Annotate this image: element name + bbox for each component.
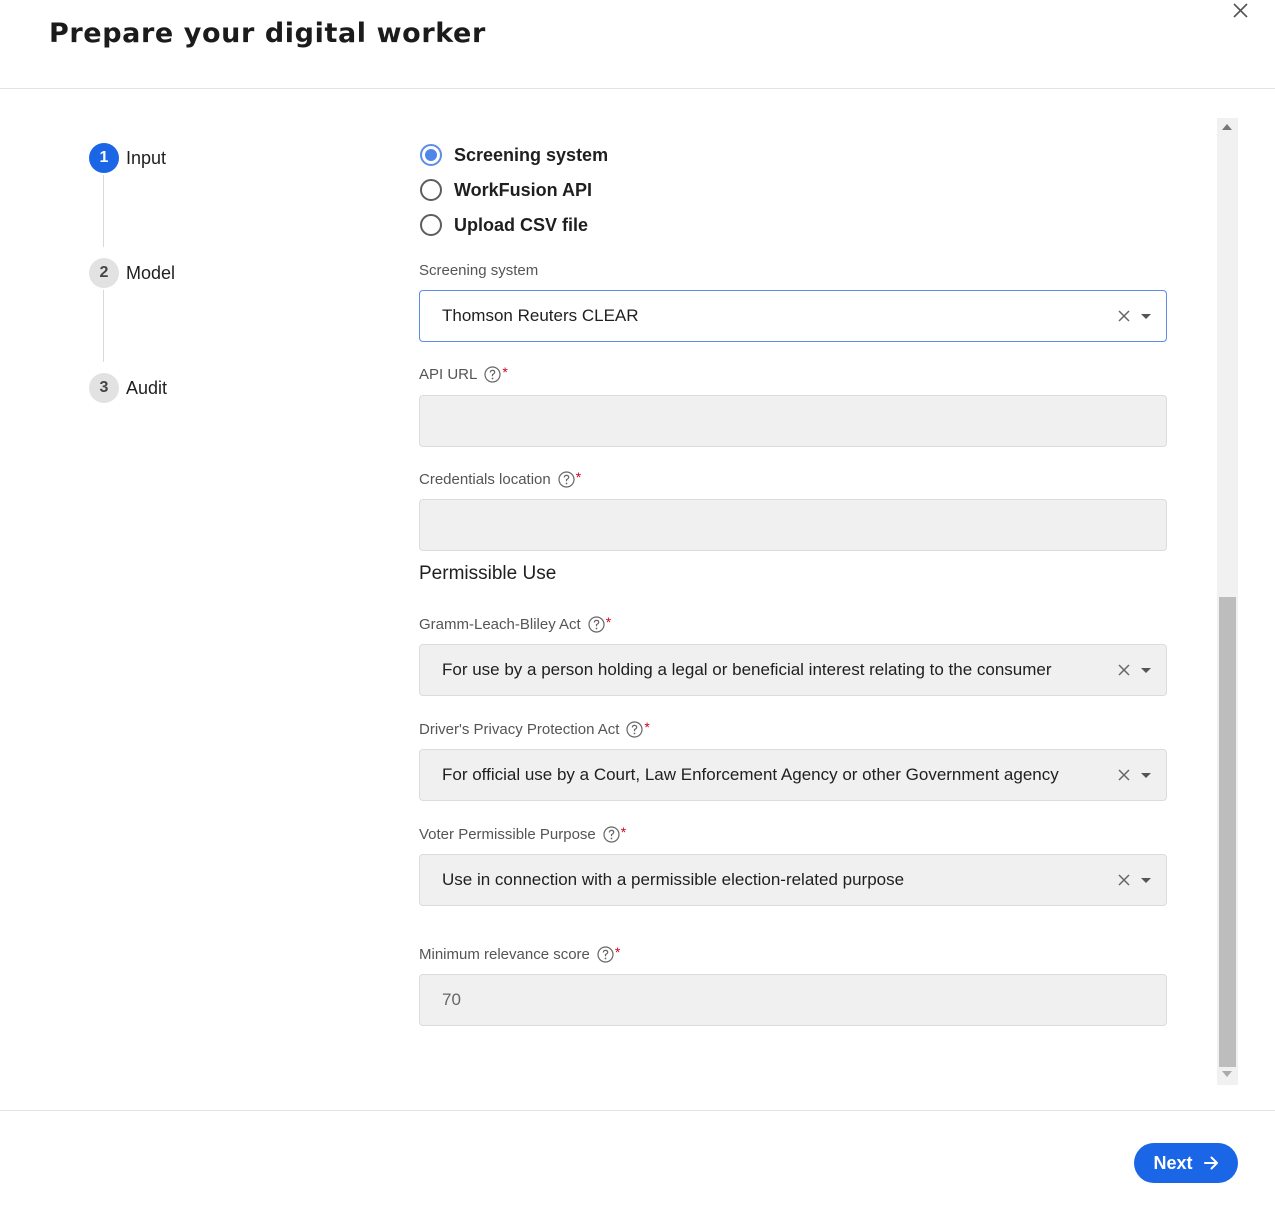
step-number: 1 (89, 143, 119, 173)
clear-icon[interactable] (1117, 663, 1131, 677)
scroll-up-arrow-icon[interactable] (1222, 124, 1232, 130)
voter-purpose-select[interactable]: Use in connection with a permissible ele… (419, 854, 1167, 906)
step-model[interactable]: 2 Model (89, 258, 175, 288)
api-url-input[interactable] (419, 395, 1167, 447)
label-text: Gramm-Leach-Bliley Act (419, 616, 581, 633)
label-text: Voter Permissible Purpose (419, 826, 596, 843)
select-value: Use in connection with a permissible ele… (442, 870, 905, 889)
label-text: API URL (419, 366, 478, 383)
step-label: Model (126, 262, 176, 283)
input-value: 70 (442, 990, 461, 1009)
api-url-label: API URL * (419, 363, 508, 384)
header-divider (0, 88, 1275, 89)
close-icon (1233, 3, 1248, 18)
chevron-down-icon[interactable] (1141, 877, 1151, 883)
step-number: 3 (89, 373, 119, 403)
clear-icon[interactable] (1117, 768, 1131, 782)
label-text: Screening system (419, 262, 539, 279)
min-score-input[interactable]: 70 (419, 974, 1167, 1026)
chevron-down-icon[interactable] (1141, 667, 1151, 673)
help-icon[interactable] (588, 616, 605, 633)
dialog-title: Prepare your digital worker (49, 18, 486, 49)
select-value: For use by a person holding a legal or b… (442, 660, 1052, 679)
help-icon[interactable] (484, 366, 501, 383)
radio-label: WorkFusion API (454, 179, 593, 200)
radio-button[interactable] (420, 214, 442, 236)
step-audit[interactable]: 3 Audit (89, 373, 167, 403)
next-button-label: Next (1153, 1152, 1193, 1173)
step-input[interactable]: 1 Input (89, 143, 166, 173)
step-connector (103, 175, 104, 247)
glba-select[interactable]: For use by a person holding a legal or b… (419, 644, 1167, 696)
arrow-right-icon (1203, 1156, 1218, 1170)
step-connector (103, 290, 104, 362)
screening-system-select[interactable]: Thomson Reuters CLEAR (419, 290, 1167, 342)
select-value: For official use by a Court, Law Enforce… (442, 765, 1059, 784)
required-mark: * (575, 468, 582, 485)
radio-label: Screening system (454, 144, 609, 165)
required-mark: * (620, 823, 627, 840)
radio-label: Upload CSV file (454, 214, 589, 235)
radio-screening-system[interactable]: Screening system (420, 144, 608, 166)
voter-purpose-label: Voter Permissible Purpose * (419, 823, 627, 844)
scroll-down-arrow-icon[interactable] (1222, 1071, 1232, 1077)
step-number: 2 (89, 258, 119, 288)
permissible-use-title: Permissible Use (419, 563, 557, 584)
footer-divider (0, 1110, 1275, 1111)
help-icon[interactable] (597, 946, 614, 963)
radio-button[interactable] (420, 179, 442, 201)
scrollbar-thumb[interactable] (1219, 597, 1236, 1067)
radio-upload-csv[interactable]: Upload CSV file (420, 214, 588, 236)
min-score-label: Minimum relevance score * (419, 943, 621, 964)
glba-label: Gramm-Leach-Bliley Act * (419, 613, 612, 634)
clear-icon[interactable] (1117, 873, 1131, 887)
next-button[interactable]: Next (1134, 1143, 1238, 1183)
step-label: Audit (126, 377, 168, 398)
required-mark: * (644, 718, 650, 735)
clear-icon[interactable] (1117, 309, 1131, 323)
radio-button-checked[interactable] (420, 144, 442, 166)
required-mark: * (502, 363, 508, 380)
label-text: Credentials location (419, 471, 551, 488)
step-label: Input (126, 147, 167, 168)
chevron-down-icon[interactable] (1141, 772, 1151, 778)
label-text: Driver's Privacy Protection Act (419, 721, 620, 738)
close-button[interactable] (1230, 0, 1252, 22)
label-text: Minimum relevance score (419, 946, 590, 963)
credentials-location-input[interactable] (419, 499, 1167, 551)
dppa-select[interactable]: For official use by a Court, Law Enforce… (419, 749, 1167, 801)
select-value: Thomson Reuters CLEAR (442, 306, 639, 325)
help-icon[interactable] (626, 721, 644, 738)
help-icon[interactable] (558, 471, 575, 488)
radio-workfusion-api[interactable]: WorkFusion API (420, 179, 592, 201)
required-mark: * (605, 613, 612, 630)
chevron-down-icon[interactable] (1141, 313, 1151, 319)
dppa-label: Driver's Privacy Protection Act * (419, 718, 650, 739)
credentials-location-label: Credentials location * (419, 468, 582, 489)
required-mark: * (614, 943, 621, 960)
help-icon[interactable] (603, 826, 620, 843)
screening-system-label: Screening system (419, 262, 538, 279)
